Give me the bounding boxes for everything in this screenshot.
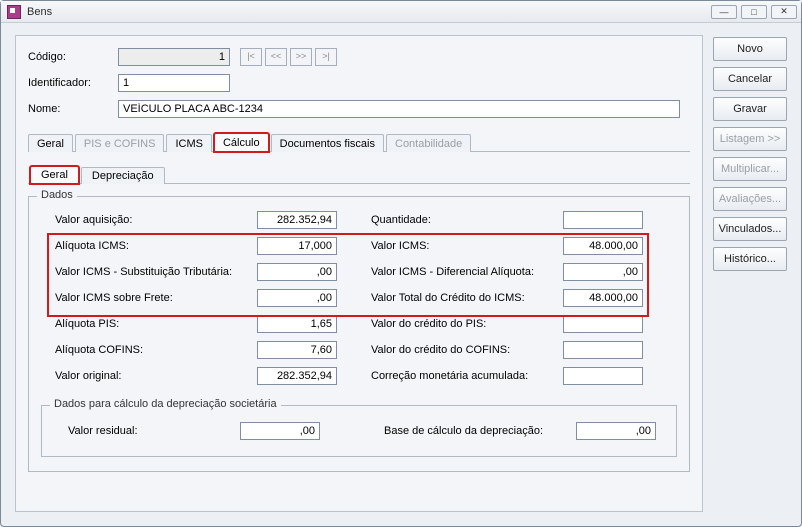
codigo-input[interactable] xyxy=(118,48,230,66)
novo-button[interactable]: Novo xyxy=(713,37,787,61)
legend-dep: Dados para cálculo da depreciação societ… xyxy=(50,398,281,410)
field-valor-credito-cofins[interactable] xyxy=(563,341,643,359)
listagem-button[interactable]: Listagem >> xyxy=(713,127,787,151)
window-title: Bens xyxy=(27,6,711,18)
label-aliquota-pis: Alíquota PIS: xyxy=(55,318,255,330)
label-quantidade: Quantidade: xyxy=(371,214,561,226)
field-valor-icms[interactable] xyxy=(563,237,643,255)
row-nome: Nome: xyxy=(28,98,690,120)
window-bens: Bens — □ ✕ Código: |< << >> >| Identific… xyxy=(0,0,802,527)
avaliacoes-button[interactable]: Avaliações... xyxy=(713,187,787,211)
tab-icms[interactable]: ICMS xyxy=(166,134,212,152)
tab-geral[interactable]: Geral xyxy=(28,134,73,152)
tab-documentos[interactable]: Documentos fiscais xyxy=(271,134,384,152)
field-aliquota-pis[interactable] xyxy=(257,315,337,333)
field-valor-icms-frete[interactable] xyxy=(257,289,337,307)
subtab-geral[interactable]: Geral xyxy=(30,166,79,184)
nav-last[interactable]: >| xyxy=(315,48,337,66)
group-depreciacao: Dados para cálculo da depreciação societ… xyxy=(41,405,677,457)
field-base-calculo[interactable] xyxy=(576,422,656,440)
field-valor-aquisicao[interactable] xyxy=(257,211,337,229)
historico-button[interactable]: Histórico... xyxy=(713,247,787,271)
minimize-button[interactable]: — xyxy=(711,5,737,19)
field-valor-original[interactable] xyxy=(257,367,337,385)
label-valor-icms-st: Valor ICMS - Substituição Tributária: xyxy=(55,266,255,278)
label-valor-total-credito-icms: Valor Total do Crédito do ICMS: xyxy=(371,292,561,304)
label-correcao-monetaria: Correção monetária acumulada: xyxy=(371,370,561,382)
row-identificador: Identificador: xyxy=(28,72,690,94)
label-valor-icms: Valor ICMS: xyxy=(371,240,561,252)
label-valor-residual: Valor residual: xyxy=(68,425,238,437)
identificador-input[interactable] xyxy=(118,74,230,92)
field-quantidade[interactable] xyxy=(563,211,643,229)
label-base-calculo: Base de cálculo da depreciação: xyxy=(384,425,574,437)
label-identificador: Identificador: xyxy=(28,77,112,89)
close-button[interactable]: ✕ xyxy=(771,5,797,19)
tab-content: Geral Depreciação Dados Valor aquisição:… xyxy=(28,156,690,499)
main-panel: Código: |< << >> >| Identificador: Nome:… xyxy=(15,35,703,512)
tab-contabilidade[interactable]: Contabilidade xyxy=(386,134,471,152)
tab-calculo[interactable]: Cálculo xyxy=(214,133,269,152)
multiplicar-button[interactable]: Multiplicar... xyxy=(713,157,787,181)
field-correcao-monetaria[interactable] xyxy=(563,367,643,385)
field-valor-credito-pis[interactable] xyxy=(563,315,643,333)
label-valor-icms-dif: Valor ICMS - Diferencial Alíquota: xyxy=(371,266,561,278)
titlebar: Bens — □ ✕ xyxy=(1,1,801,23)
label-valor-credito-pis: Valor do crédito do PIS: xyxy=(371,318,561,330)
dep-grid: Valor residual: Base de cálculo da depre… xyxy=(54,416,664,442)
side-buttons: Novo Cancelar Gravar Listagem >> Multipl… xyxy=(713,35,787,512)
legend-dados: Dados xyxy=(37,189,77,201)
label-aliquota-cofins: Alíquota COFINS: xyxy=(55,344,255,356)
gravar-button[interactable]: Gravar xyxy=(713,97,787,121)
field-valor-icms-dif[interactable] xyxy=(563,263,643,281)
nav-prev[interactable]: << xyxy=(265,48,287,66)
maximize-button[interactable]: □ xyxy=(741,5,767,19)
field-valor-icms-st[interactable] xyxy=(257,263,337,281)
main-tabs: Geral PIS e COFINS ICMS Cálculo Document… xyxy=(28,130,690,152)
field-valor-total-credito-icms[interactable] xyxy=(563,289,643,307)
row-codigo: Código: |< << >> >| xyxy=(28,46,690,68)
nav-next[interactable]: >> xyxy=(290,48,312,66)
sub-tabs: Geral Depreciação xyxy=(28,164,690,184)
group-dados: Dados Valor aquisição: Quantidade: Alíqu… xyxy=(28,196,690,472)
app-icon xyxy=(7,5,21,19)
field-valor-residual[interactable] xyxy=(240,422,320,440)
vinculados-button[interactable]: Vinculados... xyxy=(713,217,787,241)
record-nav: |< << >> >| xyxy=(240,48,337,66)
nav-first[interactable]: |< xyxy=(240,48,262,66)
field-aliquota-cofins[interactable] xyxy=(257,341,337,359)
label-valor-icms-frete: Valor ICMS sobre Frete: xyxy=(55,292,255,304)
data-grid: Valor aquisição: Quantidade: Alíquota IC… xyxy=(41,207,677,387)
label-codigo: Código: xyxy=(28,51,112,63)
nome-input[interactable] xyxy=(118,100,680,118)
label-valor-original: Valor original: xyxy=(55,370,255,382)
label-valor-credito-cofins: Valor do crédito do COFINS: xyxy=(371,344,561,356)
label-valor-aquisicao: Valor aquisição: xyxy=(55,214,255,226)
label-nome: Nome: xyxy=(28,103,112,115)
subtab-depreciacao[interactable]: Depreciação xyxy=(81,167,165,184)
tab-pis-cofins[interactable]: PIS e COFINS xyxy=(75,134,165,152)
window-controls: — □ ✕ xyxy=(711,5,797,19)
body: Código: |< << >> >| Identificador: Nome:… xyxy=(1,23,801,526)
cancelar-button[interactable]: Cancelar xyxy=(713,67,787,91)
field-aliquota-icms[interactable] xyxy=(257,237,337,255)
label-aliquota-icms: Alíquota ICMS: xyxy=(55,240,255,252)
